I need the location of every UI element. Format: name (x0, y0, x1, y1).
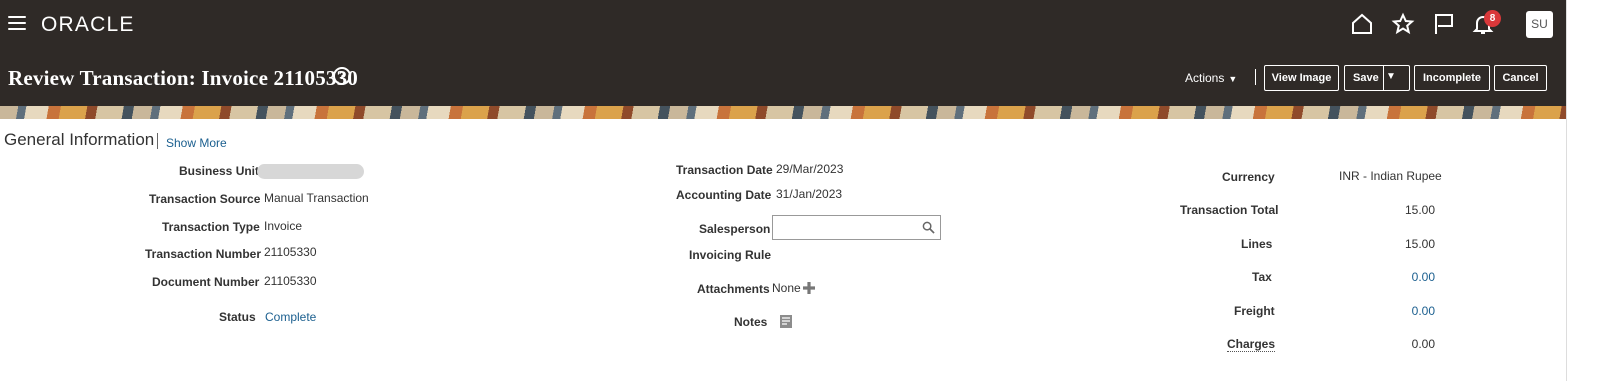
notes-label: Notes (734, 315, 768, 329)
search-icon[interactable] (922, 221, 935, 234)
attachments-label: Attachments (697, 282, 770, 296)
lines-label: Lines (1241, 237, 1273, 251)
accounting-date-label: Accounting Date (676, 188, 772, 202)
currency-value: INR - Indian Rupee (1339, 169, 1442, 183)
transaction-type-label: Transaction Type (162, 220, 260, 234)
global-header (0, 0, 1566, 50)
flag-icon[interactable] (1432, 12, 1456, 36)
actions-menu[interactable]: Actions ▼ (1185, 71, 1237, 85)
tax-label: Tax (1252, 270, 1272, 284)
section-title: General Information (4, 130, 155, 149)
transaction-number-label: Transaction Number (145, 247, 262, 261)
menu-icon[interactable] (8, 16, 26, 32)
notification-badge: 8 (1484, 10, 1501, 27)
help-icon[interactable]: ? (333, 67, 351, 85)
transaction-date-label: Transaction Date (676, 163, 773, 177)
section-separator (157, 133, 158, 149)
transaction-number-value: 21105330 (264, 245, 317, 259)
salesperson-label: Salesperson (699, 222, 771, 236)
currency-label: Currency (1222, 170, 1275, 184)
status-link[interactable]: Complete (265, 310, 316, 324)
salesperson-input[interactable] (773, 216, 918, 239)
caret-down-icon: ▼ (1228, 74, 1238, 84)
document-number-label: Document Number (152, 275, 260, 289)
tax-link[interactable]: 0.00 (1335, 270, 1435, 284)
transaction-date-value: 29/Mar/2023 (776, 162, 844, 176)
page-title: Review Transaction: Invoice 21105330 (8, 66, 358, 90)
business-unit-value-redacted (257, 164, 364, 179)
attachments-value: None (772, 281, 801, 295)
freight-link[interactable]: 0.00 (1335, 304, 1435, 318)
invoicing-rule-label: Invoicing Rule (689, 248, 772, 262)
transaction-source-label: Transaction Source (149, 192, 261, 206)
charges-label[interactable]: Charges (1227, 337, 1276, 352)
transaction-total-label: Transaction Total (1180, 203, 1279, 217)
transaction-source-value: Manual Transaction (264, 191, 369, 205)
lines-value: 15.00 (1404, 237, 1435, 251)
side-scrollbar[interactable] (1566, 0, 1600, 381)
document-number-value: 21105330 (264, 274, 317, 288)
show-more-link[interactable]: Show More (166, 136, 227, 150)
actions-label: Actions (1185, 71, 1225, 85)
accounting-date-value: 31/Jan/2023 (776, 187, 843, 201)
plus-icon[interactable] (802, 281, 816, 295)
transaction-type-value: Invoice (264, 219, 303, 233)
decorative-banner (0, 106, 1566, 119)
oracle-logo[interactable]: ORACLE (41, 13, 135, 37)
save-dropdown-icon[interactable]: ▼ (1386, 71, 1396, 82)
transaction-total-value: 15.00 (1404, 203, 1435, 217)
toolbar-separator (1255, 69, 1256, 85)
view-image-button[interactable]: View Image (1264, 65, 1339, 91)
save-button[interactable]: Save (1344, 65, 1410, 91)
notes-icon[interactable] (779, 314, 793, 329)
save-split-separator (1383, 66, 1384, 90)
status-label: Status (219, 310, 256, 324)
salesperson-field[interactable] (772, 215, 941, 240)
star-icon[interactable] (1391, 12, 1415, 36)
cancel-button[interactable]: Cancel (1494, 65, 1547, 91)
freight-label: Freight (1234, 304, 1275, 318)
incomplete-button[interactable]: Incomplete (1414, 65, 1490, 91)
user-avatar[interactable]: SU (1526, 11, 1553, 38)
business-unit-label: Business Unit (179, 164, 260, 178)
charges-value: 0.00 (1411, 337, 1435, 351)
home-icon[interactable] (1350, 12, 1374, 36)
